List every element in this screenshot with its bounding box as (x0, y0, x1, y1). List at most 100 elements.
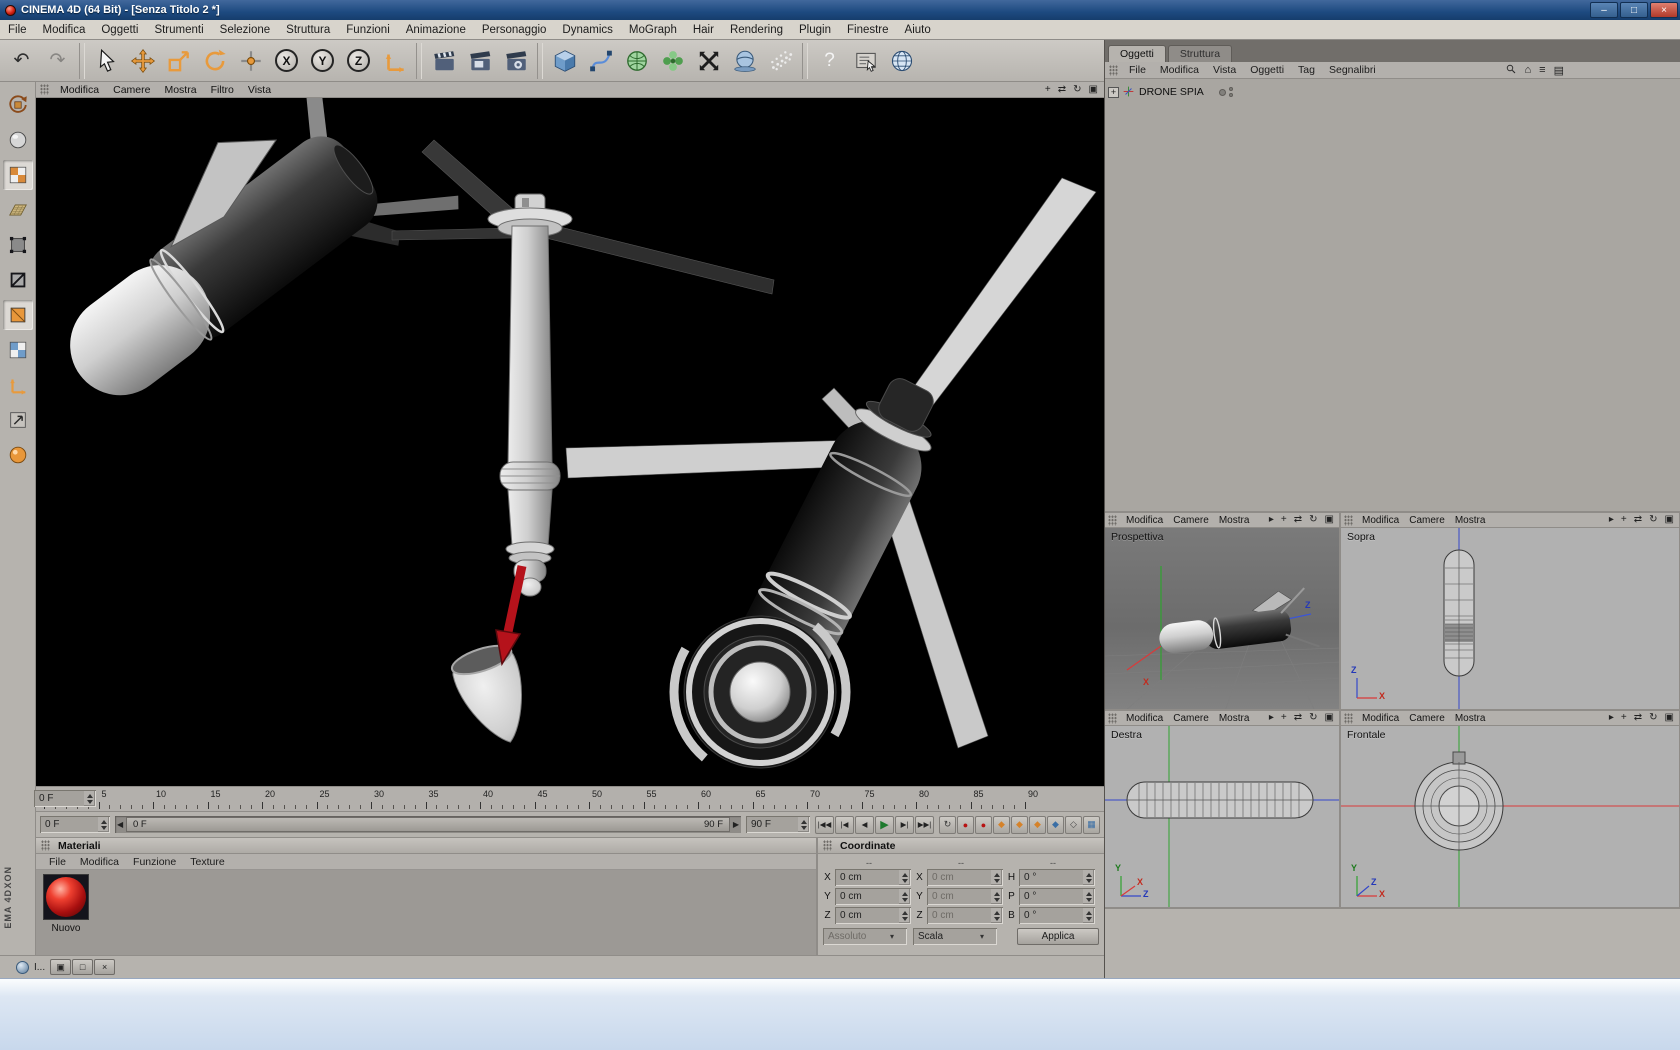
viewport-solo-icon[interactable] (3, 405, 33, 435)
layout-label[interactable]: I... (34, 962, 45, 973)
menubar-item-struttura[interactable]: Struttura (278, 22, 338, 38)
viewport-pan-icon[interactable]: + (1045, 85, 1051, 95)
frontale-view[interactable]: Frontale Y X Z (1341, 726, 1679, 907)
mini-sopra-menu-camere[interactable]: Camere (1404, 514, 1450, 527)
record-pla-toggle[interactable]: ◇ (1065, 816, 1082, 834)
window-titlebar[interactable]: CINEMA 4D (64 Bit) - [Senza Titolo 2 *] … (0, 0, 1680, 20)
subdivision-surface-icon[interactable] (619, 42, 654, 80)
coordinate-header-0[interactable]: -- (823, 858, 915, 868)
menubar-item-strumenti[interactable]: Strumenti (146, 22, 211, 38)
path-icon[interactable]: ≡ (1539, 64, 1545, 76)
coordinate-field-h-2[interactable]: 0 ° (1019, 869, 1095, 886)
viewport-rotate-icon[interactable]: ↻ (1649, 713, 1657, 723)
range-end-stepper[interactable] (798, 817, 809, 832)
coordinates-header[interactable]: Coordinate (818, 838, 1104, 854)
record-keyframe-button[interactable]: ● (957, 816, 974, 834)
coordinate-field-x-1[interactable]: 0 cm (927, 869, 1003, 886)
editor-visibility-dot[interactable] (1229, 87, 1233, 91)
record-scale-toggle[interactable]: ◆ (1011, 816, 1028, 834)
panel-icon[interactable]: ▤ (1554, 64, 1564, 77)
edges-mode-icon[interactable] (3, 265, 33, 295)
minimize-button[interactable]: – (1590, 2, 1618, 18)
material-preview-sphere[interactable] (43, 874, 89, 920)
menubar-item-file[interactable]: File (0, 22, 35, 38)
undo-icon[interactable]: ↶ (4, 42, 39, 80)
play-button[interactable]: ▶ (875, 816, 894, 834)
om-menu-vista[interactable]: Vista (1206, 63, 1243, 77)
coordinate-header-2[interactable]: -- (1007, 858, 1099, 868)
render-settings-icon[interactable] (498, 42, 533, 80)
coordinate-header-1[interactable]: -- (915, 858, 1007, 868)
viewport-maximize-icon[interactable]: ▣ (1665, 713, 1674, 723)
coordinate-field-x-0[interactable]: 0 cm (835, 869, 911, 886)
slider-left-arrow-icon[interactable]: ◀ (117, 820, 123, 829)
deformer-icon[interactable] (691, 42, 726, 80)
help-icon[interactable]: ? (812, 42, 847, 80)
menubar-item-aiuto[interactable]: Aiuto (897, 22, 939, 38)
workplane-mode-icon[interactable] (3, 195, 33, 225)
model-nose-cone[interactable] (448, 639, 540, 752)
mini-frontale-menu-modifica[interactable]: Modifica (1357, 712, 1404, 725)
panel-grip[interactable] (1344, 515, 1353, 526)
tab-struttura[interactable]: Struttura (1168, 45, 1232, 62)
coordinate-field-y-0[interactable]: 0 cm (835, 888, 911, 905)
viewport-menu-mostra[interactable]: Mostra (157, 83, 203, 97)
mini-frontale-menu-camere[interactable]: Camere (1404, 712, 1450, 725)
primitive-cube-icon[interactable] (547, 42, 582, 80)
texture-mode-icon[interactable] (3, 160, 33, 190)
coordinate-field-z-0[interactable]: 0 cm (835, 907, 911, 924)
keyframe-selection-button[interactable]: ▦ (1083, 816, 1100, 834)
viewport-pan-icon[interactable]: + (1281, 515, 1287, 525)
menubar-item-animazione[interactable]: Animazione (398, 22, 474, 38)
close-button[interactable]: × (1650, 2, 1678, 18)
menubar-item-plugin[interactable]: Plugin (791, 22, 839, 38)
home-icon[interactable]: ⌂ (1525, 64, 1532, 76)
viewport-maximize-icon[interactable]: ▣ (1665, 515, 1674, 525)
mini-prospettiva-menu-modifica[interactable]: Modifica (1121, 514, 1168, 527)
viewport-zoom-icon[interactable]: ⇄ (1634, 713, 1642, 723)
prev-frame-button[interactable]: ◀ (855, 816, 874, 834)
menubar-item-funzioni[interactable]: Funzioni (338, 22, 397, 38)
materials-menu-file[interactable]: File (42, 855, 73, 869)
viewport-zoom-icon[interactable]: ⇄ (1294, 515, 1302, 525)
material-name[interactable]: Nuovo (52, 923, 81, 934)
viewport-prospettiva[interactable]: ModificaCamereMostra▸+⇄↻▣ (1105, 513, 1341, 711)
scale-mode-dropdown[interactable]: Scala ▾ (913, 928, 997, 945)
viewport-pan-icon[interactable]: + (1621, 515, 1627, 525)
apply-button[interactable]: Applica (1017, 928, 1099, 945)
mini-expand-icon[interactable]: ▸ (1269, 713, 1274, 723)
scale-tool-icon[interactable] (161, 42, 196, 80)
panel-grip[interactable] (1108, 713, 1117, 724)
panel-grip[interactable] (1109, 65, 1118, 76)
coordinate-field-y-1[interactable]: 0 cm (927, 888, 1003, 905)
mini-destra-menu-camere[interactable]: Camere (1168, 712, 1214, 725)
destra-view[interactable]: Destra Y Z X (1105, 726, 1339, 907)
panel-grip[interactable] (1108, 515, 1117, 526)
range-slider-handle[interactable]: 0 F 90 F (126, 817, 730, 832)
coord-system-button[interactable] (377, 42, 412, 80)
om-menu-tag[interactable]: Tag (1291, 63, 1322, 77)
menubar-item-modifica[interactable]: Modifica (35, 22, 94, 38)
command-manager-icon[interactable] (848, 42, 883, 80)
object-name[interactable]: DRONE SPIA (1139, 86, 1204, 98)
viewport-maximize-icon[interactable]: ▣ (1325, 515, 1334, 525)
viewport-rotate-icon[interactable]: ↻ (1073, 85, 1081, 95)
live-selection-icon[interactable] (89, 42, 124, 80)
lock-x-button[interactable]: X (269, 42, 304, 80)
model-mode-icon[interactable] (3, 125, 33, 155)
prospettiva-view[interactable]: Prospettiva X Z (1105, 528, 1339, 709)
viewport-menu-filtro[interactable]: Filtro (204, 83, 241, 97)
viewport-frontale[interactable]: ModificaCamereMostra▸+⇄↻▣ (1341, 711, 1680, 909)
rotate-tool-icon[interactable] (197, 42, 232, 80)
timeline-range-slider[interactable]: ◀ 0 F 90 F ▶ (115, 816, 741, 833)
materials-menu-texture[interactable]: Texture (183, 855, 231, 869)
mini-expand-icon[interactable]: ▸ (1269, 515, 1274, 525)
coordinate-field-b-2[interactable]: 0 ° (1019, 907, 1095, 924)
viewport-menu-camere[interactable]: Camere (106, 83, 157, 97)
viewport-sopra[interactable]: ModificaCamereMostra▸+⇄↻▣ (1341, 513, 1680, 711)
viewport-zoom-icon[interactable]: ⇄ (1058, 85, 1066, 95)
materials-list[interactable]: Nuovo (36, 870, 816, 955)
goto-end-button[interactable]: ▶▶| (915, 816, 934, 834)
panel-grip[interactable] (823, 840, 832, 851)
mini-prospettiva-menu-camere[interactable]: Camere (1168, 514, 1214, 527)
